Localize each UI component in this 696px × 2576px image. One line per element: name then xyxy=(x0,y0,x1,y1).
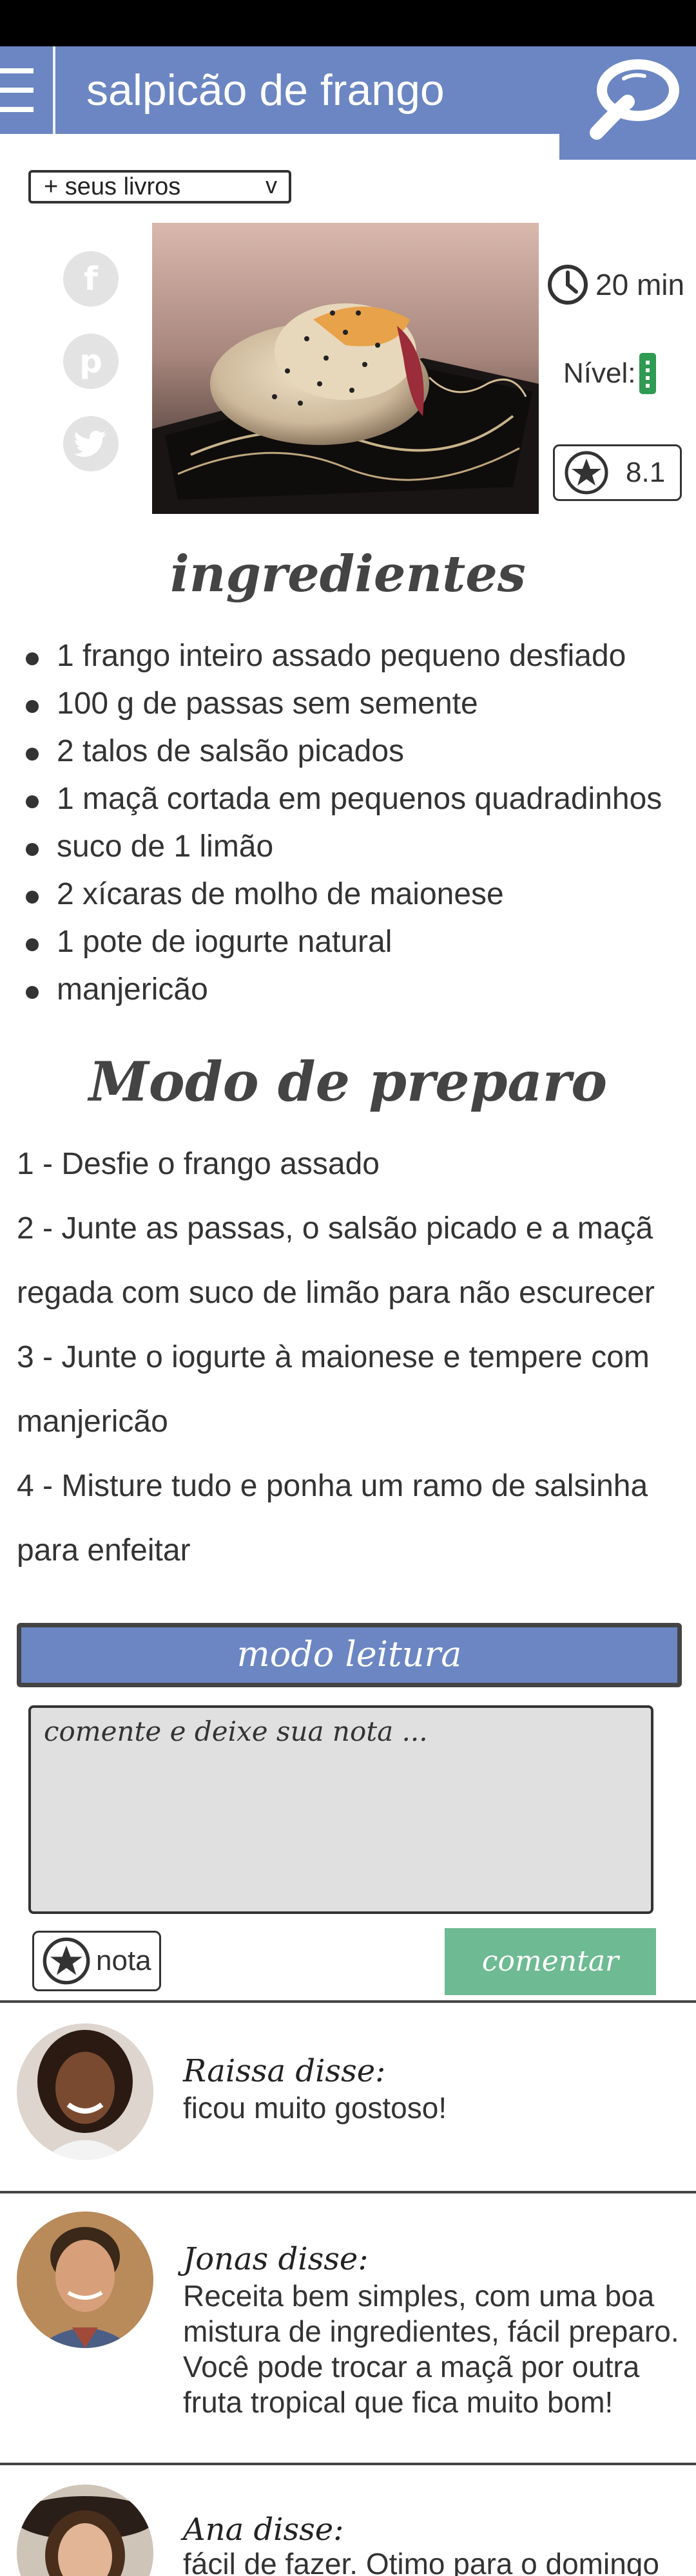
preparation-step: 3 - Junte o iogurte à maionese e tempere… xyxy=(17,1340,650,1439)
ingredient-item: 1 maçã cortada em pequenos quadradinhos xyxy=(0,775,696,823)
ingredient-item: 100 g de passas sem semente xyxy=(0,680,696,728)
facebook-share-button[interactable]: f xyxy=(63,251,119,307)
prep-time-value: 20 min xyxy=(595,268,685,301)
preparation-step: 4 - Misture tudo e ponha um ramo de sals… xyxy=(17,1469,648,1567)
books-dropdown-label: + seus livros xyxy=(44,173,181,200)
ingredient-item: manjericão xyxy=(0,966,696,1014)
menu-icon-line xyxy=(0,88,34,93)
ingredient-item: 1 pote de iogurte natural xyxy=(0,918,696,966)
comment-item: Jonas disse: Receita bem simples, com um… xyxy=(0,2193,696,2463)
reading-mode-button[interactable]: modo leitura xyxy=(17,1623,682,1687)
search-button[interactable] xyxy=(559,46,696,160)
menu-button[interactable] xyxy=(0,46,53,134)
menu-icon-line xyxy=(0,107,34,112)
ingredient-item: suco de 1 limão xyxy=(0,823,696,871)
twitter-share-button[interactable] xyxy=(63,416,119,471)
menu-icon-line xyxy=(0,68,34,73)
comment-item: Ana disse: fácil de fazer. Otimo para o … xyxy=(0,2465,696,2576)
star-icon xyxy=(565,451,608,495)
page-title: salpicão de frango xyxy=(86,66,445,115)
ingredients-heading: ingredientes xyxy=(170,545,526,603)
comment-author: Jonas disse: xyxy=(183,2241,369,2277)
pinterest-icon: p xyxy=(79,343,102,380)
difficulty-level: Nível: xyxy=(563,348,657,399)
rate-button[interactable]: nota xyxy=(32,1931,161,1991)
preparation-steps: 1 - Desfie o frango assado 2 - Junte as … xyxy=(17,1132,681,1583)
level-label: Nível: xyxy=(563,357,636,389)
status-bar xyxy=(0,0,696,46)
chevron-down-icon: v xyxy=(266,172,277,198)
clock-icon xyxy=(548,265,588,305)
comment-text: fácil de fazer. Otimo para o domingo xyxy=(183,2547,659,2576)
preparation-heading: Modo de preparo xyxy=(88,1050,608,1113)
recipe-photo xyxy=(152,223,539,514)
comment-text: Receita bem simples, com uma boa mistura… xyxy=(183,2279,679,2419)
app-header: salpicão de frango xyxy=(0,46,696,160)
preparation-step: 2 - Junte as passas, o salsão picado e a… xyxy=(17,1211,655,1310)
star-icon xyxy=(43,1937,90,1985)
ingredient-item: 2 xícaras de molho de maionese xyxy=(0,871,696,918)
rate-button-label: nota xyxy=(96,1945,151,1976)
books-dropdown[interactable]: + seus livros v xyxy=(28,170,291,204)
ingredient-item: 2 talos de salsão picados xyxy=(0,728,696,775)
level-icon xyxy=(639,353,657,394)
comment-author: Ana disse: xyxy=(183,2512,344,2548)
avatar xyxy=(17,2485,153,2576)
facebook-icon: f xyxy=(84,260,98,298)
header-divider xyxy=(53,46,55,134)
comment-item: Raissa disse: ficou muito gostoso! xyxy=(0,2003,696,2191)
prep-time: 20 min xyxy=(546,259,696,310)
comment-input[interactable] xyxy=(28,1705,653,1914)
avatar xyxy=(17,2211,153,2348)
rating-value: 8.1 xyxy=(626,457,666,488)
rating-badge: 8.1 xyxy=(553,444,682,501)
ingredient-item: 1 frango inteiro assado pequeno desfiado xyxy=(0,632,696,680)
search-icon xyxy=(590,59,679,140)
ingredients-list: 1 frango inteiro assado pequeno desfiado… xyxy=(0,632,696,1014)
twitter-icon xyxy=(74,431,106,457)
pinterest-share-button[interactable]: p xyxy=(63,334,119,389)
comment-author: Raissa disse: xyxy=(183,2053,386,2089)
avatar xyxy=(17,2023,153,2160)
preparation-step: 1 - Desfie o frango assado xyxy=(17,1147,380,1181)
submit-comment-button[interactable]: comentar xyxy=(445,1928,656,1995)
comment-text: ficou muito gostoso! xyxy=(183,2091,447,2125)
